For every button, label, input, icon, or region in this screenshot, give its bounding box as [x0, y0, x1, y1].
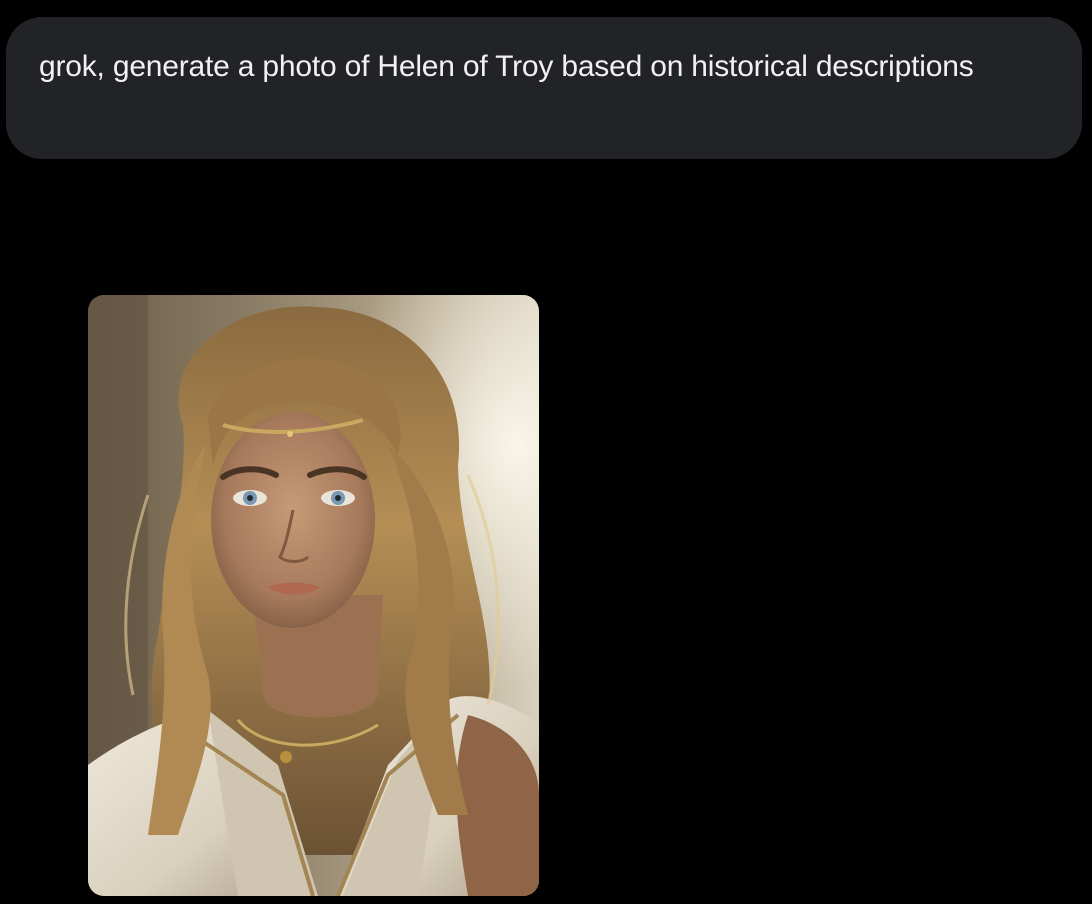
portrait-illustration: [88, 295, 539, 896]
chat-view: grok, generate a photo of Helen of Troy …: [0, 0, 1092, 904]
user-message-text[interactable]: grok, generate a photo of Helen of Troy …: [39, 40, 1022, 94]
generated-image[interactable]: [88, 295, 539, 896]
user-message-bubble: grok, generate a photo of Helen of Troy …: [6, 17, 1082, 159]
